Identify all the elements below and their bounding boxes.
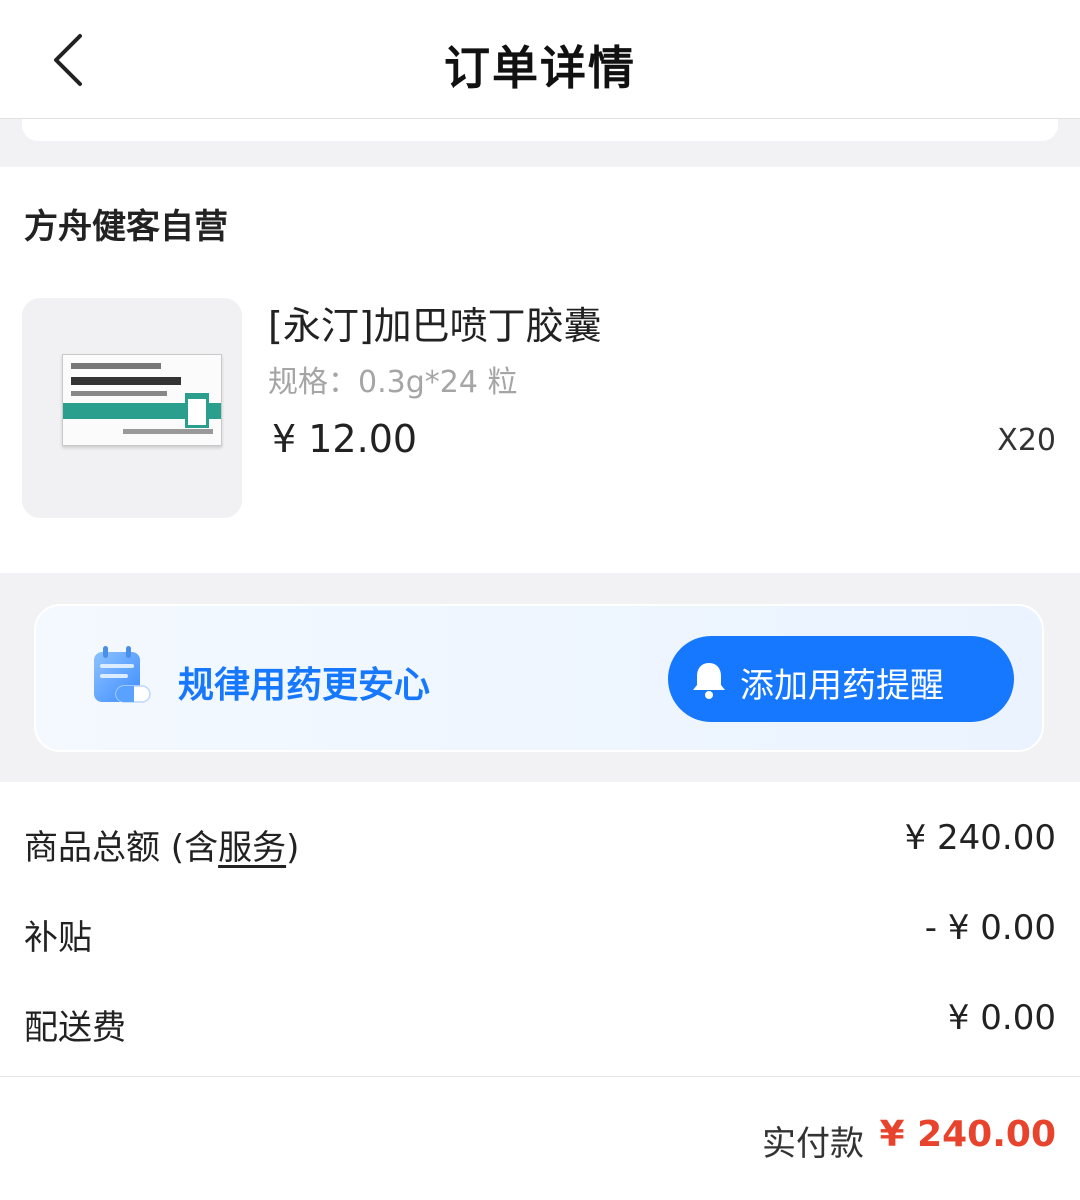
product-price: ¥ 12.00 (272, 417, 418, 461)
top-nav-bar: 订单详情 (0, 0, 1080, 119)
paid-amount-value: ¥ 240.00 (879, 1114, 1056, 1155)
add-reminder-button[interactable]: 添加用药提醒 (668, 636, 1014, 722)
product-quantity: X20 (997, 423, 1056, 458)
price-summary: 商品总额 (含服务) ¥ 240.00 补贴 - ¥ 0.00 配送费 ¥ 0.… (0, 782, 1080, 1200)
product-name[interactable]: [永汀]加巴喷丁胶囊 (268, 295, 602, 350)
product-thumbnail[interactable] (22, 298, 242, 518)
order-item-card: 方舟健客自营 [永汀]加巴喷丁胶囊 规格：0.3g*24 粒 ¥ 12.00 X… (0, 167, 1080, 573)
product-spec: 规格：0.3g*24 粒 (268, 365, 518, 400)
bell-icon (693, 663, 725, 699)
goods-total-label: 商品总额 (含服务) (24, 820, 299, 869)
medicine-box-image (62, 354, 222, 446)
calendar-pill-icon (94, 646, 151, 703)
shop-name: 方舟健客自营 (24, 207, 228, 247)
goods-total-label-text: 商品总额 (含 (24, 828, 219, 868)
reminder-slogan: 规律用药更安心 (178, 665, 431, 706)
add-reminder-label: 添加用药提醒 (740, 666, 944, 706)
divider (0, 1076, 1080, 1077)
paid-amount-label: 实付款 (762, 1124, 864, 1164)
service-link[interactable]: 服务 (218, 828, 286, 868)
subsidy-value: - ¥ 0.00 (924, 908, 1056, 948)
page-title: 订单详情 (444, 41, 636, 95)
previous-card-edge (22, 119, 1058, 141)
delivery-fee-label: 配送费 (24, 1008, 126, 1048)
goods-total-value: ¥ 240.00 (904, 818, 1056, 858)
goods-total-label-suffix: ) (286, 828, 300, 868)
subsidy-label: 补贴 (24, 918, 92, 958)
medication-reminder-banner: 规律用药更安心 添加用药提醒 (34, 604, 1044, 752)
delivery-fee-value: ¥ 0.00 (947, 998, 1056, 1038)
